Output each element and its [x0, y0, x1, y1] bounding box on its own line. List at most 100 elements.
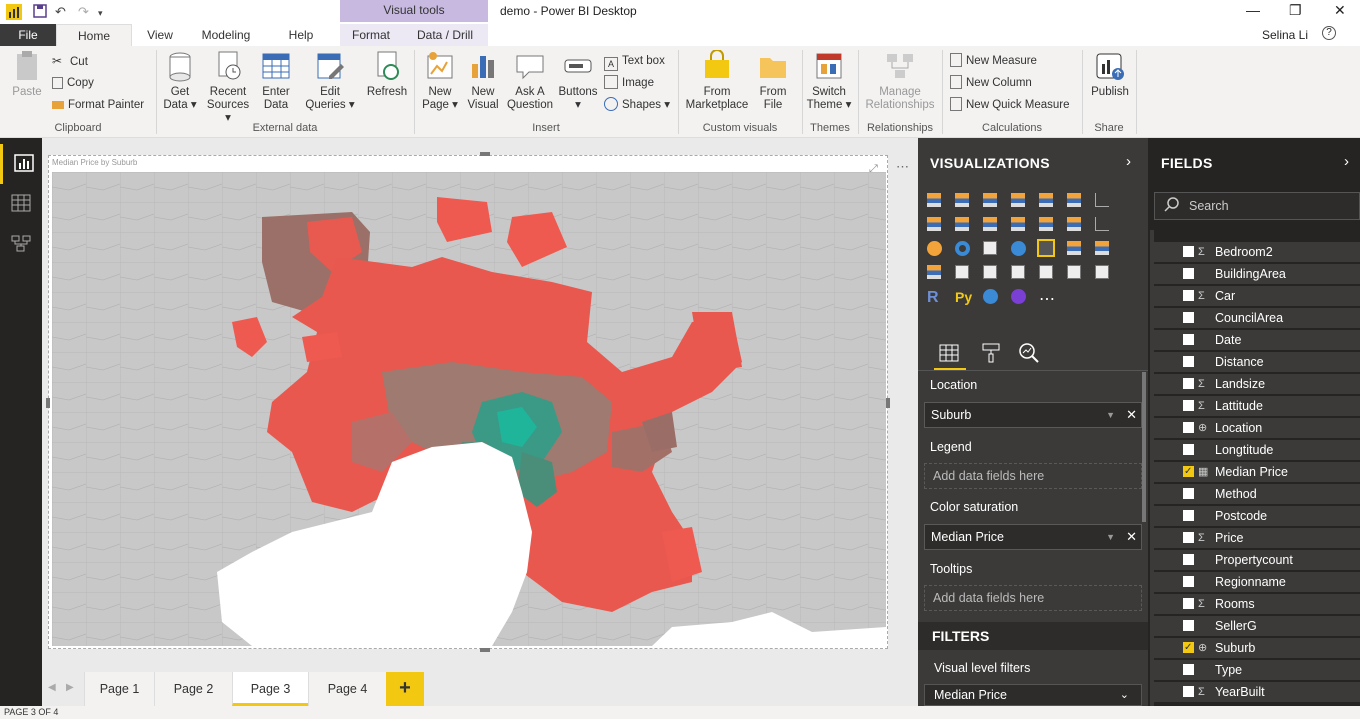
- chevron-down-icon[interactable]: ▼: [1106, 403, 1115, 427]
- tab-view[interactable]: View: [140, 24, 180, 46]
- 100-stacked-column-icon[interactable]: [1067, 193, 1081, 207]
- recent-sources-button[interactable]: Recent Sources ▾: [204, 50, 252, 125]
- undo-icon[interactable]: ↶: [55, 4, 66, 20]
- field-item-sellerg[interactable]: SellerG: [1154, 616, 1360, 636]
- chevron-down-icon[interactable]: ▼: [1106, 525, 1115, 549]
- field-item-postcode[interactable]: Postcode: [1154, 506, 1360, 526]
- save-icon[interactable]: [33, 4, 47, 18]
- python-visual-icon[interactable]: Py: [955, 289, 973, 307]
- treemap-icon[interactable]: [983, 241, 997, 255]
- line-chart-icon[interactable]: [1095, 193, 1109, 207]
- clustered-bar-icon[interactable]: [983, 193, 997, 207]
- table-icon[interactable]: [1067, 265, 1081, 279]
- field-item-type[interactable]: Type: [1154, 660, 1360, 680]
- shape-map-icon[interactable]: [1067, 241, 1081, 255]
- field-checkbox[interactable]: [1183, 378, 1194, 389]
- from-file-button[interactable]: From File: [754, 50, 792, 112]
- pie-chart-icon[interactable]: [927, 241, 942, 256]
- copy-button[interactable]: Copy: [52, 74, 94, 92]
- paste-button[interactable]: Paste: [8, 50, 46, 99]
- shapes-button[interactable]: Shapes ▾: [604, 96, 670, 114]
- field-checkbox[interactable]: [1183, 664, 1194, 675]
- format-painter-button[interactable]: Format Painter: [52, 96, 144, 114]
- cut-button[interactable]: ✂ Cut: [52, 52, 88, 70]
- stacked-bar-icon[interactable]: [927, 193, 941, 207]
- new-page-button[interactable]: New Page ▾: [420, 50, 460, 112]
- kpi-icon[interactable]: [1011, 265, 1025, 279]
- page-tab-2[interactable]: Page 2: [154, 672, 232, 706]
- field-checkbox[interactable]: [1183, 638, 1194, 658]
- field-item-yearbuilt[interactable]: Σ YearBuilt: [1154, 682, 1360, 702]
- field-checkbox[interactable]: [1183, 400, 1194, 411]
- tab-modeling[interactable]: Modeling: [192, 24, 260, 46]
- more-options-icon[interactable]: ⋯: [896, 159, 909, 175]
- field-item-lattitude[interactable]: Σ Lattitude: [1154, 396, 1360, 416]
- tab-format[interactable]: Format: [340, 24, 402, 46]
- filled-map-icon[interactable]: [1037, 239, 1055, 257]
- remove-field-icon[interactable]: ✕: [1126, 525, 1137, 549]
- collapse-visualizations-icon[interactable]: ›: [1126, 153, 1131, 170]
- analytics-magnifier-icon[interactable]: [1018, 342, 1040, 364]
- viz-pane-scrollbar[interactable]: [1142, 372, 1146, 522]
- image-button[interactable]: Image: [604, 74, 654, 92]
- power-apps-icon[interactable]: [1011, 289, 1026, 304]
- add-page-button[interactable]: +: [386, 672, 424, 706]
- tab-data-drill[interactable]: Data / Drill: [402, 24, 488, 46]
- field-item-councilarea[interactable]: CouncilArea: [1154, 308, 1360, 328]
- minimize-icon[interactable]: —: [1246, 2, 1260, 18]
- field-checkbox[interactable]: [1183, 598, 1194, 609]
- page-tab-4[interactable]: Page 4: [308, 672, 386, 706]
- waterfall-chart-icon[interactable]: [1067, 217, 1081, 231]
- location-field-well[interactable]: Suburb ▼ ✕: [924, 402, 1142, 428]
- switch-theme-button[interactable]: Switch Theme ▾: [806, 50, 852, 112]
- resize-handle[interactable]: [480, 152, 490, 156]
- refresh-button[interactable]: Refresh: [364, 50, 410, 99]
- manage-relationships-button[interactable]: Manage Relationships: [862, 50, 938, 112]
- scroll-right-icon[interactable]: ▶: [66, 682, 74, 693]
- field-checkbox[interactable]: [1183, 554, 1194, 565]
- tab-help[interactable]: Help: [280, 24, 322, 46]
- r-visual-icon[interactable]: R: [927, 289, 945, 307]
- collapse-fields-icon[interactable]: ›: [1344, 153, 1349, 170]
- stacked-area-icon[interactable]: [955, 217, 969, 231]
- field-checkbox[interactable]: [1183, 246, 1194, 257]
- resize-handle[interactable]: [46, 398, 50, 408]
- field-item-date[interactable]: Date: [1154, 330, 1360, 350]
- publish-button[interactable]: Publish: [1088, 50, 1132, 99]
- field-item-bedroom2[interactable]: Σ Bedroom2: [1154, 242, 1360, 262]
- scatter-chart-icon[interactable]: [1095, 217, 1109, 231]
- close-icon[interactable]: ✕: [1334, 2, 1346, 19]
- remove-field-icon[interactable]: ✕: [1126, 403, 1137, 427]
- text-box-button[interactable]: A Text box: [604, 52, 665, 71]
- field-checkbox[interactable]: [1183, 510, 1194, 521]
- more-visuals-icon[interactable]: ⋯: [1039, 289, 1057, 308]
- help-icon[interactable]: ?: [1322, 26, 1336, 40]
- line-column-icon[interactable]: [983, 217, 997, 231]
- field-item-price[interactable]: Σ Price: [1154, 528, 1360, 548]
- model-view-button[interactable]: [0, 224, 42, 264]
- chevron-down-icon[interactable]: ⌄: [1120, 685, 1129, 705]
- fields-well-icon[interactable]: [938, 342, 960, 364]
- field-checkbox[interactable]: [1183, 334, 1194, 345]
- field-item-distance[interactable]: Distance: [1154, 352, 1360, 372]
- tab-home[interactable]: Home: [56, 24, 132, 46]
- data-view-button[interactable]: [0, 184, 42, 224]
- field-item-regionname[interactable]: Regionname: [1154, 572, 1360, 592]
- color-saturation-field-well[interactable]: Median Price ▼ ✕: [924, 524, 1142, 550]
- funnel-chart-icon[interactable]: [1095, 241, 1109, 255]
- new-column-button[interactable]: New Column: [950, 74, 1032, 92]
- page-tab-1[interactable]: Page 1: [84, 672, 154, 706]
- buttons-button[interactable]: Buttons ▾: [556, 50, 600, 112]
- ribbon-chart-icon[interactable]: [1039, 217, 1053, 231]
- tooltips-field-well[interactable]: Add data fields here: [924, 585, 1142, 611]
- report-view-button[interactable]: [0, 144, 42, 184]
- field-checkbox[interactable]: [1183, 422, 1194, 433]
- tab-file[interactable]: File: [0, 24, 56, 46]
- redo-icon[interactable]: ↷: [78, 4, 89, 20]
- edit-queries-button[interactable]: Edit Queries ▾: [304, 50, 356, 112]
- new-measure-button[interactable]: New Measure: [950, 52, 1037, 70]
- field-item-suburb[interactable]: ⊕ Suburb: [1154, 638, 1360, 658]
- field-item-rooms[interactable]: Σ Rooms: [1154, 594, 1360, 614]
- field-item-location[interactable]: ⊕ Location: [1154, 418, 1360, 438]
- page-tab-3[interactable]: Page 3: [232, 672, 308, 706]
